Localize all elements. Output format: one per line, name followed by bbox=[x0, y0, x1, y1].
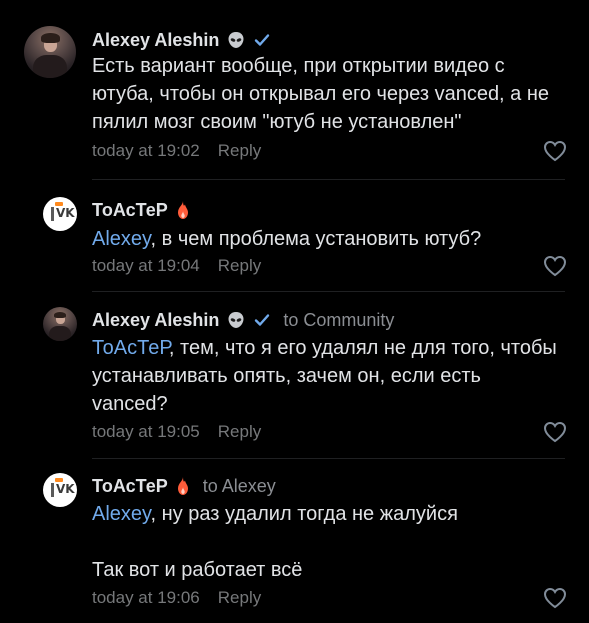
verified-check-icon bbox=[253, 31, 271, 49]
user-photo-icon bbox=[43, 307, 77, 341]
divider bbox=[92, 179, 565, 180]
reply-button[interactable]: Reply bbox=[218, 141, 261, 161]
timestamp: today at 19:06 bbox=[92, 588, 200, 607]
comment-header: ТоАсТеР to Alexey bbox=[92, 475, 276, 497]
like-heart-icon[interactable] bbox=[543, 587, 567, 609]
avatar[interactable] bbox=[43, 307, 77, 341]
reply-button[interactable]: Reply bbox=[218, 588, 261, 608]
mention-link[interactable]: Alexey bbox=[92, 503, 151, 525]
alien-icon bbox=[226, 30, 246, 50]
like-heart-icon[interactable] bbox=[543, 140, 567, 162]
reply-button[interactable]: Reply bbox=[218, 256, 261, 276]
fire-icon bbox=[175, 200, 191, 220]
comment-text: Alexey, ну раз удалил тогда не жалуйся Т… bbox=[92, 503, 458, 581]
vk-logo-icon: VK bbox=[43, 197, 77, 231]
user-photo-icon bbox=[24, 26, 76, 78]
alien-icon bbox=[226, 310, 246, 330]
comment-header: Alexey Aleshin bbox=[92, 29, 271, 51]
comment-meta: today at 19:06 Reply bbox=[92, 587, 261, 609]
comment-text: ТоАсТеР, тем, что я его удалял не для то… bbox=[92, 337, 563, 415]
comment-meta: today at 19:04 Reply bbox=[92, 255, 261, 277]
comment-header: ТоАсТеР bbox=[92, 199, 191, 221]
timestamp: today at 19:04 bbox=[92, 256, 200, 275]
mention-link[interactable]: ТоАсТеР bbox=[92, 337, 169, 359]
author-name[interactable]: ТоАсТеР bbox=[92, 476, 168, 497]
divider bbox=[92, 291, 565, 292]
comment-meta: today at 19:02 Reply bbox=[92, 140, 261, 162]
fire-icon bbox=[175, 476, 191, 496]
mention-link[interactable]: Alexey bbox=[92, 228, 151, 250]
reply-to-label[interactable]: to Alexey bbox=[203, 476, 276, 497]
timestamp: today at 19:05 bbox=[92, 422, 200, 441]
author-name[interactable]: Alexey Aleshin bbox=[92, 310, 219, 331]
divider bbox=[92, 458, 565, 459]
like-heart-icon[interactable] bbox=[543, 421, 567, 443]
vk-logo-icon: VK bbox=[43, 473, 77, 507]
avatar[interactable]: VK bbox=[43, 473, 77, 507]
avatar[interactable]: VK bbox=[43, 197, 77, 231]
comment-text: Есть вариант вообще, при открытии видео … bbox=[92, 55, 555, 133]
verified-check-icon bbox=[253, 311, 271, 329]
reply-button[interactable]: Reply bbox=[218, 422, 261, 442]
comment-meta: today at 19:05 Reply bbox=[92, 421, 261, 443]
author-name[interactable]: Alexey Aleshin bbox=[92, 30, 219, 51]
comment-header: Alexey Aleshin to Community bbox=[92, 309, 394, 331]
avatar[interactable] bbox=[24, 26, 76, 78]
reply-to-label[interactable]: to Community bbox=[283, 310, 394, 331]
like-heart-icon[interactable] bbox=[543, 255, 567, 277]
author-name[interactable]: ТоАсТеР bbox=[92, 200, 168, 221]
comment-text: Alexey, в чем проблема установить ютуб? bbox=[92, 228, 482, 250]
timestamp: today at 19:02 bbox=[92, 141, 200, 160]
